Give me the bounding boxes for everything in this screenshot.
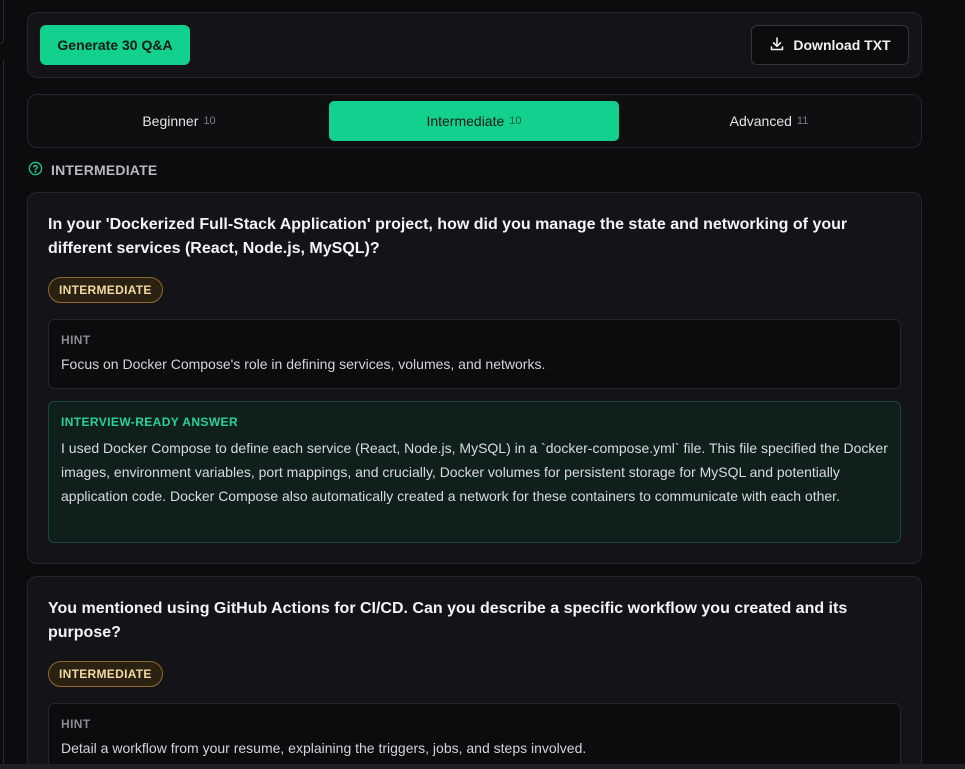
- sidebar-edge: [0, 60, 4, 769]
- section-heading: INTERMEDIATE: [28, 160, 157, 180]
- hint-label: HINT: [61, 333, 91, 347]
- answer-box: INTERVIEW-READY ANSWER I used Docker Com…: [48, 401, 901, 543]
- difficulty-badge: INTERMEDIATE: [48, 661, 163, 687]
- question-card: In your 'Dockerized Full-Stack Applicati…: [27, 192, 922, 564]
- qa-page: Generate 30 Q&A Download TXT Beginner 10…: [0, 0, 965, 769]
- tab-beginner[interactable]: Beginner 10: [34, 101, 324, 141]
- answer-label: INTERVIEW-READY ANSWER: [61, 415, 239, 429]
- sidebar-edge-top: [0, 0, 4, 44]
- hint-box: HINT Detail a workflow from your resume,…: [48, 703, 901, 769]
- tab-count: 10: [509, 115, 522, 127]
- difficulty-badge: INTERMEDIATE: [48, 277, 163, 303]
- toolbar: Generate 30 Q&A Download TXT: [27, 12, 922, 78]
- tab-count: 10: [203, 115, 216, 127]
- tab-label: Advanced: [729, 113, 792, 129]
- hint-text: Focus on Docker Compose's role in defini…: [61, 356, 546, 372]
- section-title: INTERMEDIATE: [51, 162, 158, 178]
- hint-text: Detail a workflow from your resume, expl…: [61, 740, 587, 756]
- generate-qa-button[interactable]: Generate 30 Q&A: [40, 25, 190, 65]
- difficulty-tabs: Beginner 10 Intermediate 10 Advanced 11: [27, 94, 922, 148]
- tab-intermediate[interactable]: Intermediate 10: [329, 101, 619, 141]
- tab-count: 11: [796, 115, 809, 127]
- question-card: You mentioned using GitHub Actions for C…: [27, 576, 922, 769]
- hint-box: HINT Focus on Docker Compose's role in d…: [48, 319, 901, 389]
- tab-advanced[interactable]: Advanced 11: [624, 101, 914, 141]
- download-txt-button[interactable]: Download TXT: [751, 25, 909, 65]
- question-circle-icon: [28, 161, 43, 179]
- tab-label: Intermediate: [426, 113, 505, 129]
- bottom-edge: [0, 764, 965, 769]
- tab-label: Beginner: [142, 113, 199, 129]
- answer-text: I used Docker Compose to define each ser…: [61, 440, 888, 504]
- download-icon: [769, 36, 785, 55]
- download-txt-label: Download TXT: [793, 37, 891, 53]
- question-title: You mentioned using GitHub Actions for C…: [48, 600, 848, 641]
- question-title: In your 'Dockerized Full-Stack Applicati…: [48, 216, 848, 257]
- hint-label: HINT: [61, 717, 91, 731]
